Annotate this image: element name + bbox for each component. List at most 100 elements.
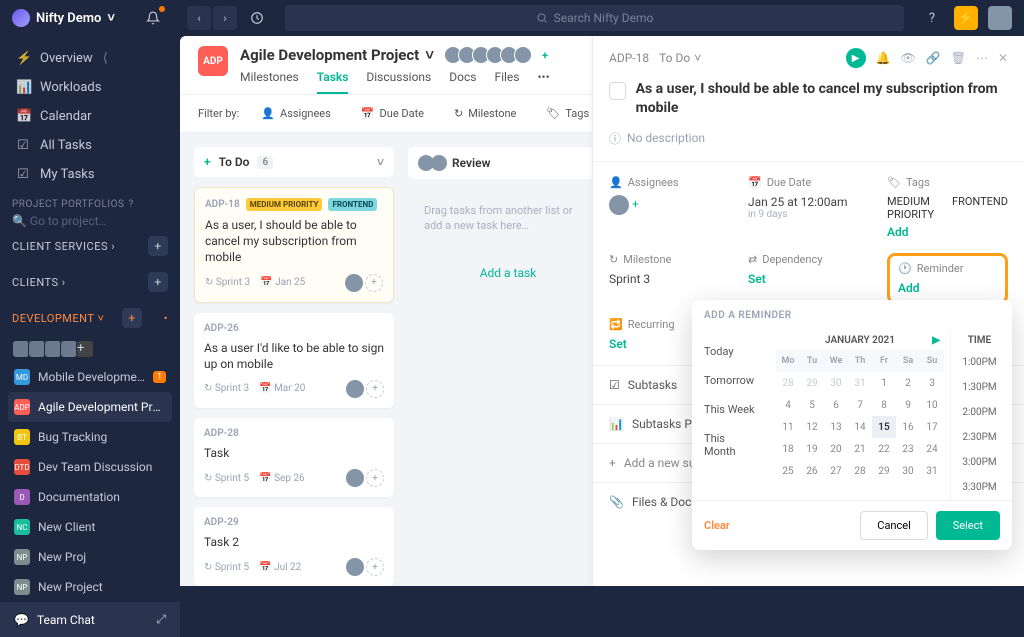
time-option[interactable]: 2:30PM <box>951 425 1008 450</box>
calendar-day[interactable]: 31 <box>920 460 944 482</box>
calendar-day[interactable]: 22 <box>872 438 896 460</box>
brand[interactable]: Nifty Demo ˅ <box>12 9 115 27</box>
archive-icon[interactable]: 🗑 <box>951 51 966 65</box>
project-item[interactable]: ADPAgile Development Proj… <box>8 392 172 422</box>
filter-due-date[interactable]: 📅 Due Date <box>353 103 432 124</box>
calendar-day[interactable]: 9 <box>896 394 920 416</box>
project-item[interactable]: MDMobile Development1 <box>8 362 172 392</box>
task-card[interactable]: ADP-29 Task 2↻ Sprint 5📅 Jul 22+ <box>194 507 394 586</box>
calendar-day[interactable]: 29 <box>872 460 896 482</box>
calendar-day[interactable]: 19 <box>800 438 824 460</box>
development-section[interactable]: DEVELOPMENT ˅+ <box>0 300 180 336</box>
set-dependency-button[interactable]: Set <box>748 272 869 286</box>
tab-docs[interactable]: Docs <box>449 70 476 94</box>
complete-checkbox[interactable] <box>609 82 626 100</box>
next-month-icon[interactable]: ▶ <box>932 335 940 346</box>
calendar-day[interactable]: 11 <box>776 416 800 438</box>
calendar-day[interactable]: 14 <box>848 416 872 438</box>
calendar-day[interactable]: 5 <box>800 394 824 416</box>
user-avatar[interactable] <box>988 6 1012 30</box>
calendar-day[interactable]: 28 <box>776 372 800 394</box>
add-member-icon[interactable]: + <box>542 49 548 62</box>
history-icon[interactable] <box>245 6 269 30</box>
nav-forward-button[interactable]: › <box>213 6 237 30</box>
quick-tomorrow[interactable]: Tomorrow <box>692 366 770 395</box>
task-card[interactable]: ADP-26 As a user I'd like to be able to … <box>194 313 394 408</box>
calendar-day[interactable]: 18 <box>776 438 800 460</box>
calendar-day[interactable]: 3 <box>920 372 944 394</box>
calendar-day[interactable]: 12 <box>800 416 824 438</box>
calendar-day[interactable]: 7 <box>848 394 872 416</box>
chevron-down-icon[interactable]: ˅ <box>377 155 384 169</box>
calendar-day[interactable]: 20 <box>824 438 848 460</box>
more-tabs-icon[interactable]: ••• <box>537 70 549 94</box>
add-reminder-button[interactable]: Add <box>898 281 997 295</box>
column-header[interactable]: + To Do 6 ˅ <box>194 147 394 177</box>
project-members[interactable] <box>444 46 528 64</box>
time-option[interactable]: 3:30PM <box>951 475 1008 500</box>
calendar-day[interactable]: 1 <box>872 372 896 394</box>
calendar-day[interactable]: 8 <box>872 394 896 416</box>
calendar-day[interactable]: 29 <box>800 372 824 394</box>
calendar-day[interactable]: 23 <box>896 438 920 460</box>
project-item[interactable]: BTBug Tracking <box>8 422 172 452</box>
add-icon[interactable]: + <box>122 308 142 328</box>
bell-icon[interactable]: 🔔 <box>876 51 891 65</box>
calendar-day[interactable]: 15 <box>872 416 896 438</box>
nav-calendar[interactable]: 📅Calendar <box>12 102 168 131</box>
project-item[interactable]: NPNew Project <box>8 572 172 602</box>
search-input[interactable]: Search Nifty Demo <box>285 5 904 31</box>
time-option[interactable]: 2:00PM <box>951 400 1008 425</box>
help-icon[interactable]: ? <box>920 6 944 30</box>
calendar-day[interactable]: 30 <box>896 460 920 482</box>
cancel-button[interactable]: Cancel <box>860 511 927 540</box>
time-option[interactable]: 1:00PM <box>951 350 1008 375</box>
tab-milestones[interactable]: Milestones <box>240 70 299 94</box>
calendar-day[interactable]: 26 <box>800 460 824 482</box>
eye-icon[interactable]: 👁 <box>901 51 916 65</box>
tab-files[interactable]: Files <box>494 70 519 94</box>
calendar-day[interactable]: 17 <box>920 416 944 438</box>
calendar-day[interactable]: 21 <box>848 438 872 460</box>
more-icon[interactable]: ⋯ <box>976 51 988 65</box>
nav-overview[interactable]: ⚡Overview⟨ <box>12 44 168 73</box>
calendar-day[interactable]: 6 <box>824 394 848 416</box>
nav-back-button[interactable]: ‹ <box>187 6 211 30</box>
calendar-day[interactable]: 25 <box>776 460 800 482</box>
select-button[interactable]: Select <box>936 511 1000 540</box>
tab-discussions[interactable]: Discussions <box>366 70 431 94</box>
quick-this-month[interactable]: This Month <box>692 424 770 466</box>
filter-tags[interactable]: 🏷 Tags <box>538 103 597 124</box>
client-services-section[interactable]: CLIENT SERVICES ›+ <box>0 228 180 264</box>
calendar-day[interactable]: 2 <box>896 372 920 394</box>
add-tag-button[interactable]: Add <box>887 225 1008 239</box>
calendar-day[interactable]: 24 <box>920 438 944 460</box>
project-item[interactable]: DDocumentation <box>8 482 172 512</box>
bolt-icon[interactable]: ⚡ <box>954 6 978 30</box>
play-icon[interactable]: ▶ <box>846 48 866 68</box>
task-card[interactable]: ADP-18 MEDIUM PRIORITYFRONTENDAs a user,… <box>194 187 394 303</box>
time-option[interactable]: 3:00PM <box>951 450 1008 475</box>
calendar-day[interactable]: 28 <box>848 460 872 482</box>
calendar-day[interactable]: 10 <box>920 394 944 416</box>
filter-milestone[interactable]: ↻ Milestone <box>446 103 524 124</box>
add-icon[interactable]: + <box>148 236 168 256</box>
filter-assignees[interactable]: 👤 Assignees <box>253 103 339 124</box>
link-icon[interactable]: 🔗 <box>926 51 941 65</box>
task-description[interactable]: ⓘ No description <box>593 130 1024 161</box>
time-option[interactable]: 1:30PM <box>951 375 1008 400</box>
team-chat-button[interactable]: 💬 Team Chat⤢ <box>0 602 180 637</box>
clients-section[interactable]: CLIENTS ›+ <box>0 264 180 300</box>
task-card[interactable]: ADP-28 Task↻ Sprint 5📅 Sep 26+ <box>194 418 394 497</box>
calendar-day[interactable]: 16 <box>896 416 920 438</box>
calendar-day[interactable]: 31 <box>848 372 872 394</box>
due-date-value[interactable]: Jan 25 at 12:00am <box>748 195 869 209</box>
project-item[interactable]: NCNew Client <box>8 512 172 542</box>
close-icon[interactable]: ✕ <box>998 51 1008 65</box>
chevron-down-icon[interactable]: ˅ <box>425 46 434 64</box>
nav-all-tasks[interactable]: ☑All Tasks <box>12 131 168 160</box>
assignees-value[interactable]: + <box>609 195 730 215</box>
task-status-dropdown[interactable]: To Do ˅ <box>659 51 701 65</box>
clear-button[interactable]: Clear <box>704 519 730 532</box>
milestone-value[interactable]: Sprint 3 <box>609 272 730 286</box>
